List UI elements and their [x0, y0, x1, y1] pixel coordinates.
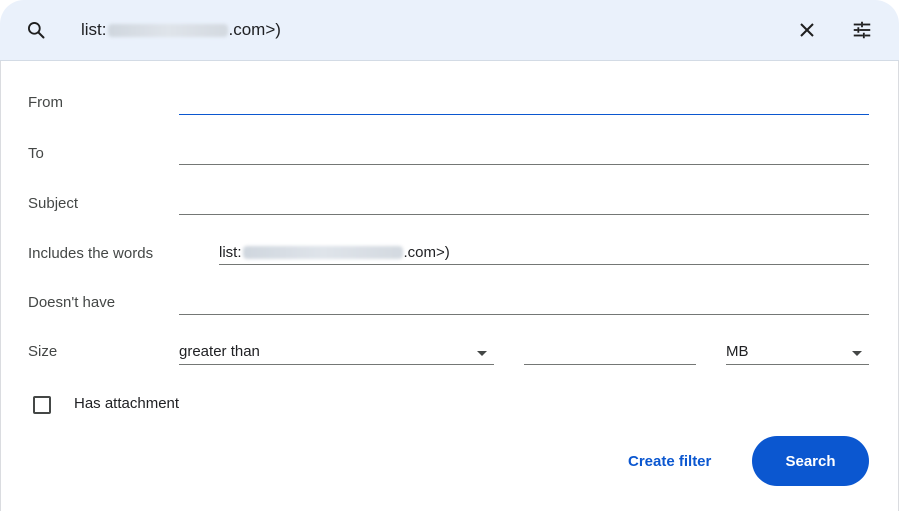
search-button[interactable]: Search	[752, 436, 869, 486]
size-value-field[interactable]	[524, 364, 696, 365]
search-input[interactable]: list: .com>)	[81, 20, 281, 40]
search-query-suffix: .com>)	[228, 20, 281, 39]
tune-icon[interactable]	[850, 18, 874, 42]
search-icon[interactable]	[24, 18, 48, 42]
doesnt-have-label: Doesn't have	[28, 294, 116, 311]
has-attachment-label: Has attachment	[74, 395, 180, 412]
from-field[interactable]	[179, 114, 869, 115]
size-unit-value: MB	[726, 343, 749, 360]
advanced-search-panel: From To Subject Includes the words list:…	[0, 61, 899, 511]
redacted-text	[242, 246, 403, 259]
includes-words-underline	[219, 264, 869, 265]
from-label: From	[28, 94, 63, 111]
doesnt-have-field[interactable]	[179, 314, 869, 315]
dropdown-arrow-icon	[477, 351, 487, 356]
size-unit-underline	[726, 364, 869, 365]
dropdown-arrow-icon	[852, 351, 862, 356]
redacted-text	[107, 23, 228, 37]
to-label: To	[28, 145, 44, 162]
includes-words-input[interactable]: list: .com>)	[219, 244, 450, 261]
size-operator-select[interactable]: greater than	[179, 343, 494, 365]
subject-label: Subject	[28, 195, 79, 212]
to-field[interactable]	[179, 164, 869, 165]
size-operator-value: greater than	[179, 343, 260, 360]
size-unit-select[interactable]: MB	[726, 343, 869, 365]
includes-words-label: Includes the words	[28, 245, 154, 262]
size-label: Size	[28, 343, 58, 360]
includes-words-suffix: .com>)	[403, 244, 450, 261]
close-icon[interactable]	[795, 18, 819, 42]
search-bar: list: .com>)	[0, 0, 899, 61]
create-filter-button[interactable]: Create filter	[628, 453, 711, 470]
search-query-prefix: list:	[81, 20, 107, 39]
has-attachment-checkbox[interactable]	[33, 396, 51, 414]
size-operator-underline	[179, 364, 494, 365]
subject-field[interactable]	[179, 214, 869, 215]
includes-words-prefix: list:	[219, 244, 242, 261]
